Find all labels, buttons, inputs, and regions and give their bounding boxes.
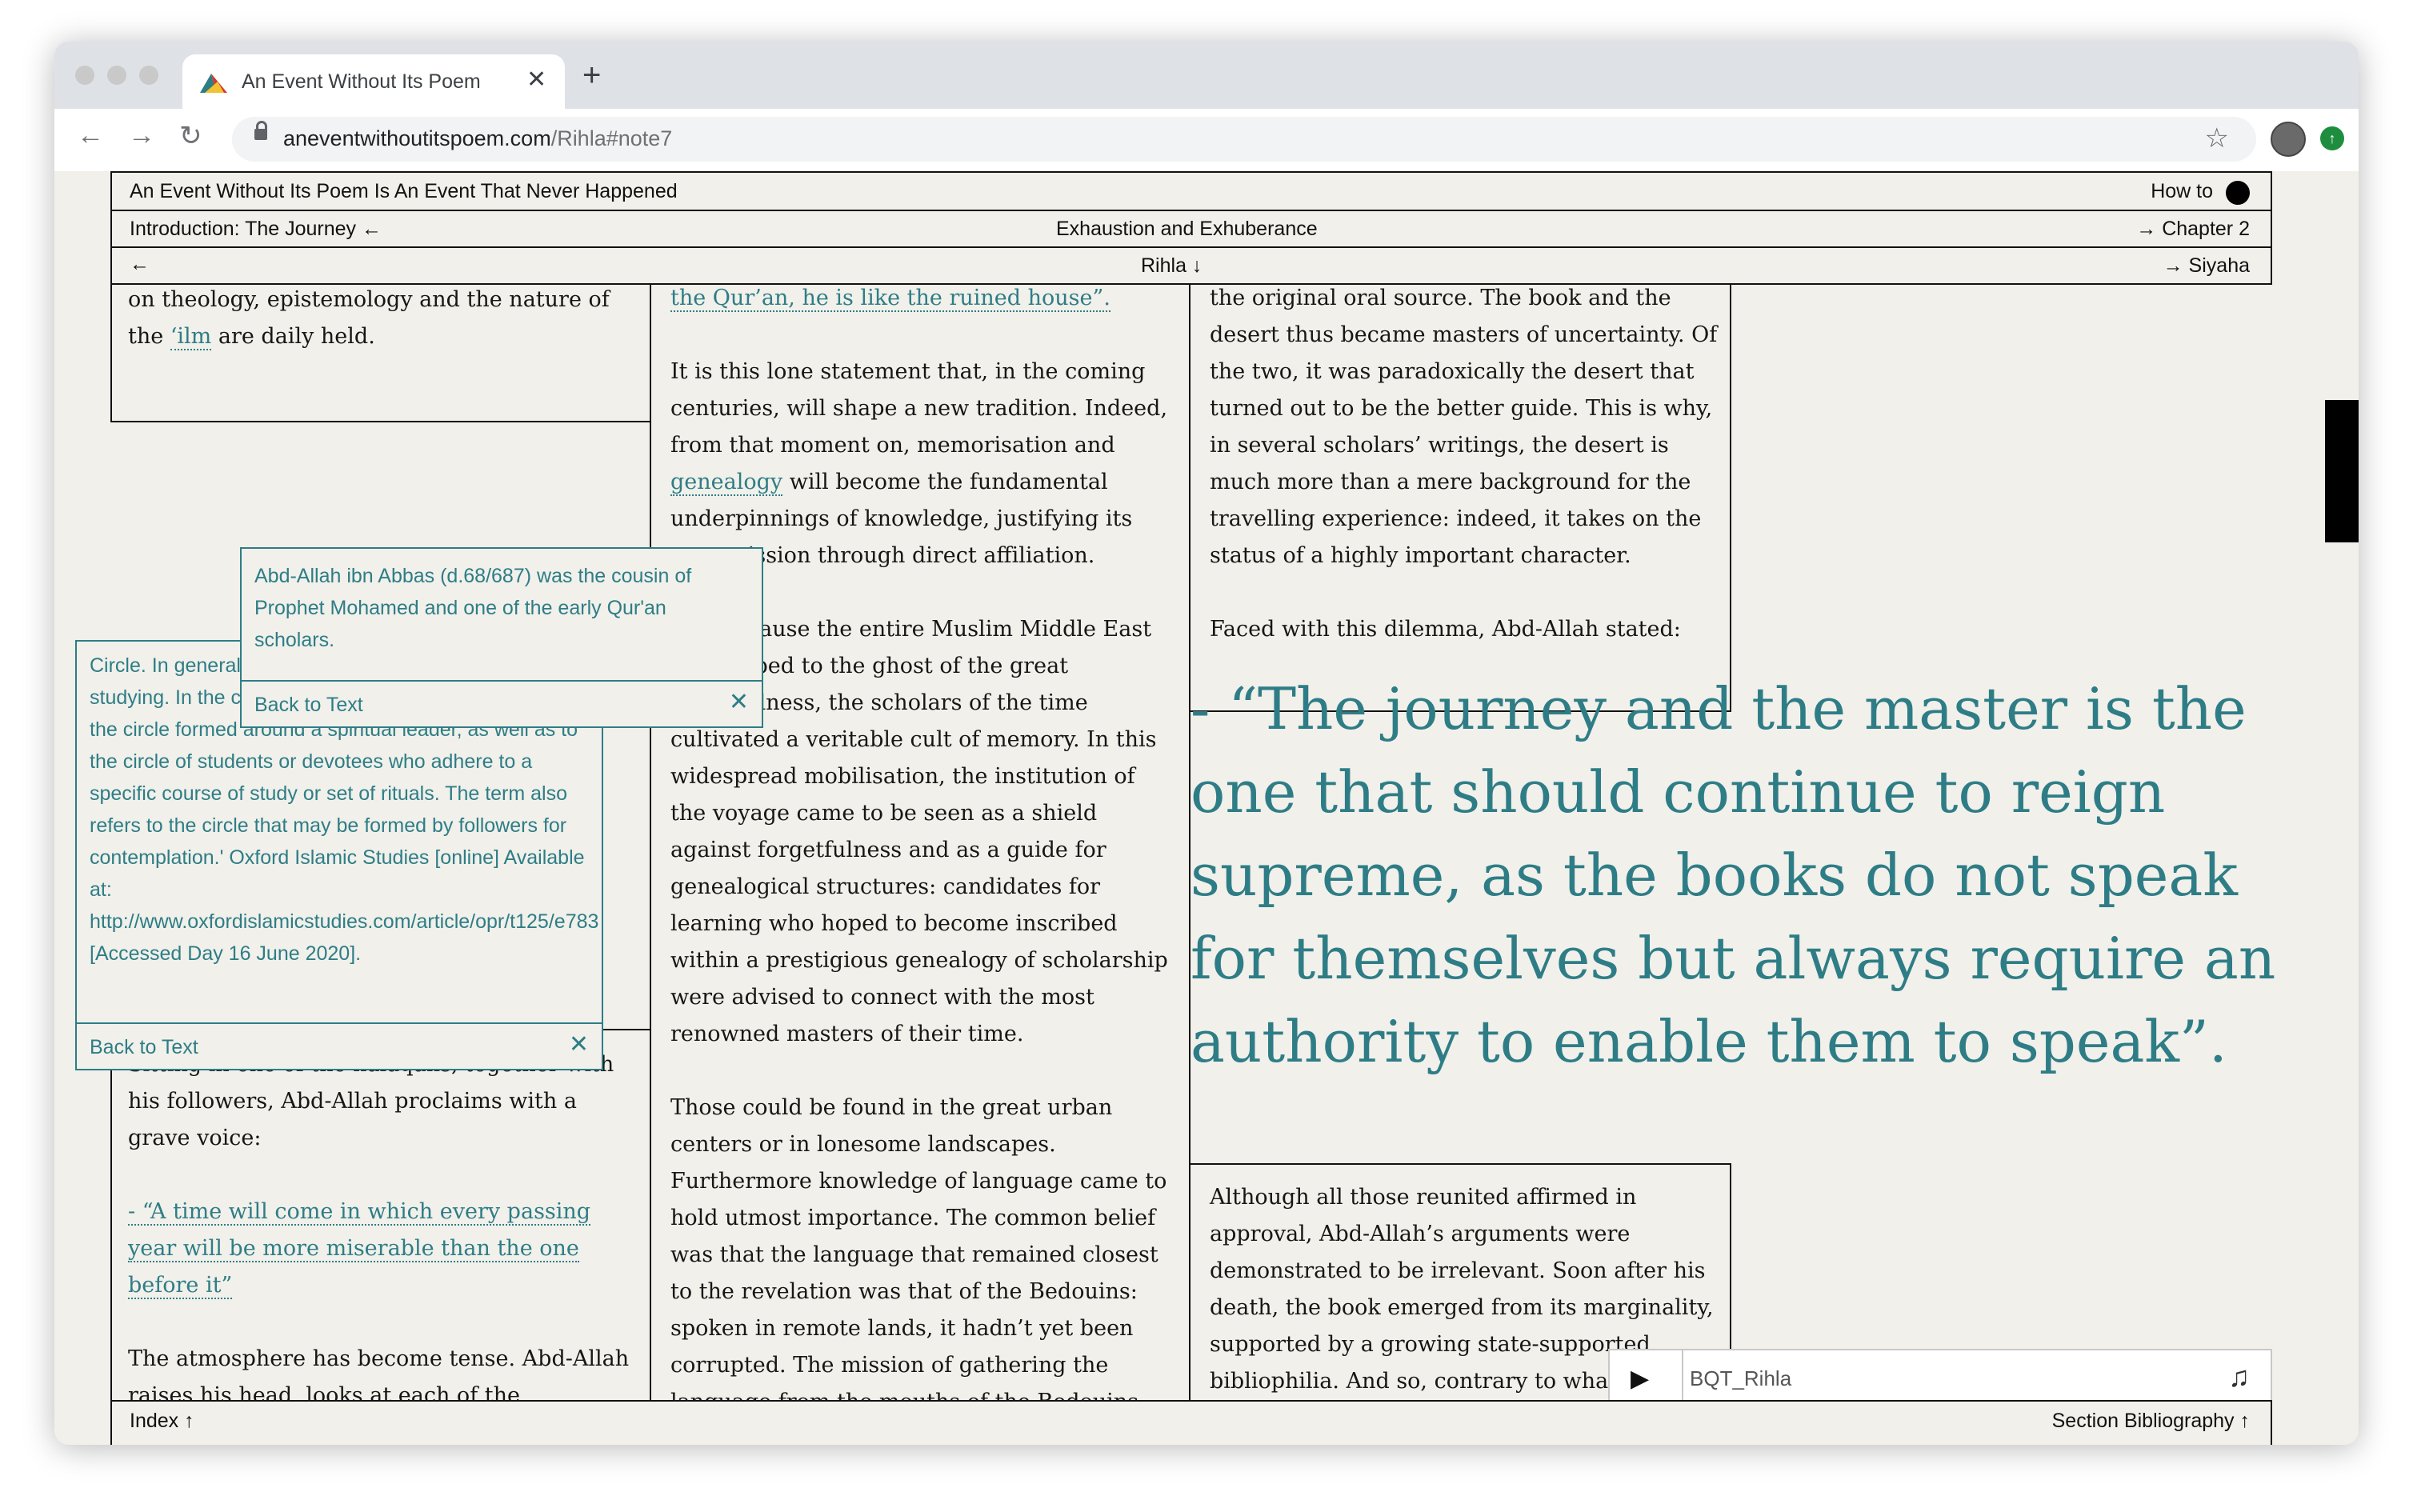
address-bar[interactable]: aneventwithoutitspoem.com/Rihla#note7 ☆ — [232, 117, 2256, 162]
forward-arrow-icon[interactable]: → — [128, 120, 155, 151]
audio-title: BQT_Rihla — [1690, 1366, 1792, 1390]
column-2-text: the Qur’an, he is like the ruined house”… — [670, 280, 1174, 1445]
column-3-top-text: the original oral source. The book and t… — [1210, 286, 1718, 642]
tab-strip: An Event Without Its Poem ✕ + — [54, 42, 2359, 109]
footnote-abbas-footer: Back to Text ✕ — [242, 680, 762, 726]
close-icon[interactable]: ✕ — [729, 686, 749, 718]
how-to-link[interactable]: How to — [2151, 180, 2213, 203]
lock-icon — [254, 121, 267, 140]
prev-section-link[interactable]: ← — [130, 253, 150, 276]
next-chapter-link[interactable]: → Chapter 2 — [2136, 218, 2250, 241]
footnote-circle-footer: Back to Text ✕ — [77, 1022, 602, 1069]
reload-icon[interactable]: ↻ — [179, 120, 202, 152]
page-content: on theology, epistemology and the nature… — [54, 171, 2359, 1445]
circle-dot-icon[interactable] — [2226, 181, 2250, 205]
index-link[interactable]: Index ↑ — [130, 1410, 194, 1433]
avatar[interactable] — [2271, 122, 2306, 157]
browser-tab[interactable]: An Event Without Its Poem ✕ — [182, 54, 565, 109]
section-nav: ← Rihla ↓ → Siyaha — [110, 246, 2272, 285]
quote-tail[interactable]: the Qur’an, he is like the ruined house”… — [670, 286, 1110, 312]
site-title-bar: An Event Without Its Poem Is An Event Th… — [110, 171, 2272, 211]
url-text: aneventwithoutitspoem.com/Rihla#note7 — [283, 126, 673, 150]
column-1-top-text: on theology, epistemology and the nature… — [128, 287, 610, 350]
ilm-link[interactable]: ‘ilm — [170, 324, 212, 350]
browser-window: An Event Without Its Poem ✕ + ← → ↻ anev… — [54, 42, 2359, 1445]
star-icon[interactable]: ☆ — [2205, 122, 2229, 154]
footnote-abbas-text: Abd-Allah ibn Abbas (d.68/687) was the c… — [254, 565, 692, 651]
maximize-window-button[interactable] — [139, 66, 158, 85]
section-bibliography-link[interactable]: Section Bibliography ↑ — [2052, 1410, 2250, 1433]
back-to-text-link[interactable]: Back to Text — [254, 689, 363, 721]
music-note-icon[interactable]: ♫ — [2228, 1360, 2250, 1394]
scrollbar-thumb[interactable] — [2325, 400, 2359, 542]
site-title[interactable]: An Event Without Its Poem Is An Event Th… — [130, 180, 678, 203]
section-title[interactable]: Rihla ↓ — [1141, 254, 1202, 278]
chapter-nav: Introduction: The Journey ← Exhaustion a… — [110, 210, 2272, 248]
browser-toolbar: ← → ↻ aneventwithoutitspoem.com/Rihla#no… — [54, 109, 2359, 172]
extension-icon[interactable]: ↑ — [2320, 126, 2344, 150]
column-2-paragraph: Those could be found in the great urban … — [670, 1095, 1167, 1414]
chapter-title: Exhaustion and Exhuberance — [1056, 218, 1318, 240]
next-section-link[interactable]: → Siyaha — [2163, 254, 2250, 278]
close-icon[interactable]: ✕ — [526, 66, 546, 94]
prev-chapter-link[interactable]: Introduction: The Journey ← — [130, 218, 382, 241]
footer-bar: Index ↑ Section Bibliography ↑ — [110, 1400, 2272, 1445]
close-window-button[interactable] — [75, 66, 94, 85]
site-favicon-icon — [200, 74, 227, 93]
minimize-window-button[interactable] — [107, 66, 126, 85]
footnote-abbas: Abd-Allah ibn Abbas (d.68/687) was the c… — [240, 547, 763, 728]
close-icon[interactable]: ✕ — [569, 1029, 589, 1061]
genealogy-link[interactable]: genealogy — [670, 470, 783, 496]
pull-quote: - “The journey and the master is the one… — [1190, 675, 2276, 1075]
column-1-bottom-text: Sitting in one of the halaqahs, together… — [128, 1052, 630, 1408]
play-icon[interactable]: ▶ — [1631, 1365, 1649, 1393]
tab-title: An Event Without Its Poem — [242, 70, 481, 93]
plus-icon[interactable]: + — [582, 59, 601, 91]
time-will-come-quote[interactable]: - “A time will come in which every passi… — [128, 1199, 591, 1299]
back-arrow-icon[interactable]: ← — [77, 120, 104, 151]
back-to-text-link[interactable]: Back to Text — [90, 1031, 198, 1063]
